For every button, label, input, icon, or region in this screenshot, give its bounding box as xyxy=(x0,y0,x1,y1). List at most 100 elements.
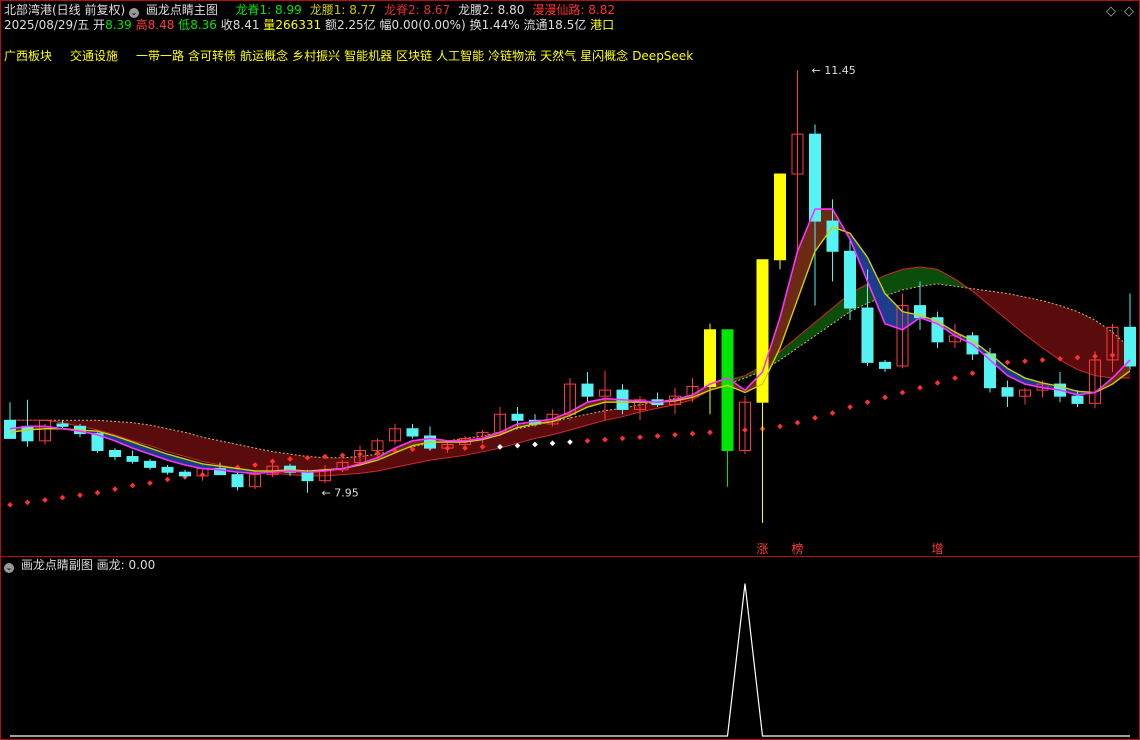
stop-dot xyxy=(899,389,906,396)
concept-row: 广西板块 交通设施 一带一路 含可转债 航运概念 乡村振兴 智能机器 区块链 人工智能 冷链物流天… xyxy=(4,49,697,63)
cloud-band-segment xyxy=(220,440,238,469)
candle-body xyxy=(774,173,786,261)
stop-dot xyxy=(532,441,538,448)
concept-tag[interactable]: DeepSeek xyxy=(632,49,693,63)
volume-label: 量 xyxy=(263,18,276,32)
close-label: 收 xyxy=(220,18,233,32)
concept-tag[interactable]: 航运概念 xyxy=(240,49,288,63)
quote-date: 2025/08/29/五 xyxy=(4,18,90,32)
stop-dot xyxy=(147,480,153,486)
high-label: 高 xyxy=(135,18,148,32)
candle-body xyxy=(179,471,191,477)
cloud-band-segment xyxy=(815,308,833,336)
stop-dot xyxy=(1039,357,1046,363)
diamond-icon[interactable]: ◇ xyxy=(1106,4,1116,19)
concept-tag[interactable]: 区块链 xyxy=(396,49,432,63)
main-price-chart[interactable]: ← 11.45 ← 7.95 涨 榜 增 xyxy=(4,64,1136,556)
main-indicator-name[interactable]: 画龙点睛主图 xyxy=(146,3,218,17)
candle-body xyxy=(109,449,121,458)
title-row: 北部湾港(日线 前复权) ⌄ 画龙点睛主图 龙脊1: 8.99 龙腰1: 8.77… xyxy=(4,3,623,18)
concept-tag[interactable]: 星闪概念 xyxy=(580,49,628,63)
concept-tag[interactable]: 乡村振兴 xyxy=(292,49,340,63)
stop-dot xyxy=(549,440,556,447)
region-text: 港口 xyxy=(590,18,615,32)
volume-value: 266331 xyxy=(275,18,322,32)
stop-dot xyxy=(59,494,66,501)
sub-indicator-name[interactable]: 画龙点睛副图 xyxy=(21,558,93,572)
cloud-band-segment xyxy=(902,266,920,290)
high-value: 8.48 xyxy=(147,18,175,32)
stop-dot xyxy=(584,438,591,444)
stop-dot xyxy=(637,434,643,441)
stop-dot xyxy=(707,429,713,436)
sub-series-line xyxy=(10,583,1130,737)
concept-tag[interactable]: 广西板块 xyxy=(4,49,52,63)
candle-body xyxy=(826,220,839,252)
sub-indicator-chart[interactable] xyxy=(10,583,1130,737)
candle-body xyxy=(231,474,244,488)
amplitude-text: 幅0.00(0.00%) xyxy=(379,18,466,32)
stop-dot xyxy=(24,499,31,506)
stop-dot xyxy=(969,370,976,377)
cloud-band-segment xyxy=(1077,311,1095,376)
stop-dot xyxy=(777,423,783,430)
concept-tag[interactable]: 一带一路 xyxy=(136,49,184,63)
stop-dot xyxy=(1004,359,1011,366)
diamond-icon[interactable]: ◇ xyxy=(1124,4,1134,19)
candle-body xyxy=(21,425,34,442)
cloud-band-segment xyxy=(1007,293,1025,335)
stop-dot xyxy=(129,482,136,489)
candle-body xyxy=(161,466,174,473)
low-value: 8.36 xyxy=(190,18,217,32)
stop-dot xyxy=(164,476,171,483)
low-label: 低 xyxy=(178,18,191,32)
event-marker: 增 xyxy=(932,542,944,556)
candle-body xyxy=(861,307,874,363)
candle-body xyxy=(721,329,734,451)
concept-tag[interactable]: 含可转债 xyxy=(188,49,236,63)
stop-dot xyxy=(934,380,941,386)
concept-tag[interactable]: 冷链物流 xyxy=(488,49,536,63)
dropdown-icon[interactable]: ⌄ xyxy=(4,563,14,573)
stop-dot xyxy=(672,431,678,438)
cloud-band-segment xyxy=(237,444,255,472)
cloud-band-segment xyxy=(1042,300,1060,360)
cloud-band-segment xyxy=(1060,305,1078,370)
concept-tag[interactable]: 天然气 xyxy=(540,49,576,63)
candle-body xyxy=(704,329,716,388)
stop-dot xyxy=(952,375,958,381)
concept-tag[interactable]: 智能机器 xyxy=(344,49,392,63)
candle-body xyxy=(809,133,821,222)
concept-tag[interactable]: 交通设施 xyxy=(70,49,118,63)
cloud-band-segment xyxy=(885,269,903,296)
candle-body xyxy=(581,383,594,397)
amount-text: 额2.25亿 xyxy=(324,18,376,32)
stop-dot xyxy=(864,399,871,406)
sub-series-value: 画龙: 0.00 xyxy=(96,558,156,572)
stop-dot xyxy=(794,419,801,426)
cloud-band-segment xyxy=(920,266,938,287)
candle-body xyxy=(511,413,524,421)
event-marker: 榜 xyxy=(792,541,804,556)
dropdown-icon[interactable]: ⌄ xyxy=(129,8,140,18)
stop-dot xyxy=(567,439,573,445)
event-marker: 涨 xyxy=(757,541,769,556)
float-text: 流通18.5亿 xyxy=(523,18,587,32)
cloud-band-segment xyxy=(202,437,220,465)
stop-dot xyxy=(112,486,118,492)
stop-dot xyxy=(829,410,836,416)
price-annotation: ← 11.45 xyxy=(812,64,856,77)
stop-dot xyxy=(847,404,853,410)
indicator-value-pill: 漫漫仙路: 8.82 xyxy=(532,3,615,17)
stop-dot xyxy=(7,501,13,508)
stop-dot xyxy=(94,489,101,496)
candle-body xyxy=(844,250,856,309)
concept-tag[interactable]: 人工智能 xyxy=(436,49,484,63)
stop-dot xyxy=(917,384,923,391)
cloud-band-segment xyxy=(1025,297,1043,348)
stop-dot xyxy=(1022,358,1028,364)
candle-body xyxy=(406,428,419,437)
stop-dot xyxy=(42,497,48,503)
quote-row: 2025/08/29/五 开8.39 高8.48 低8.36 收8.41 量26… xyxy=(4,18,614,32)
turnover-text: 换1.44% xyxy=(469,18,520,32)
